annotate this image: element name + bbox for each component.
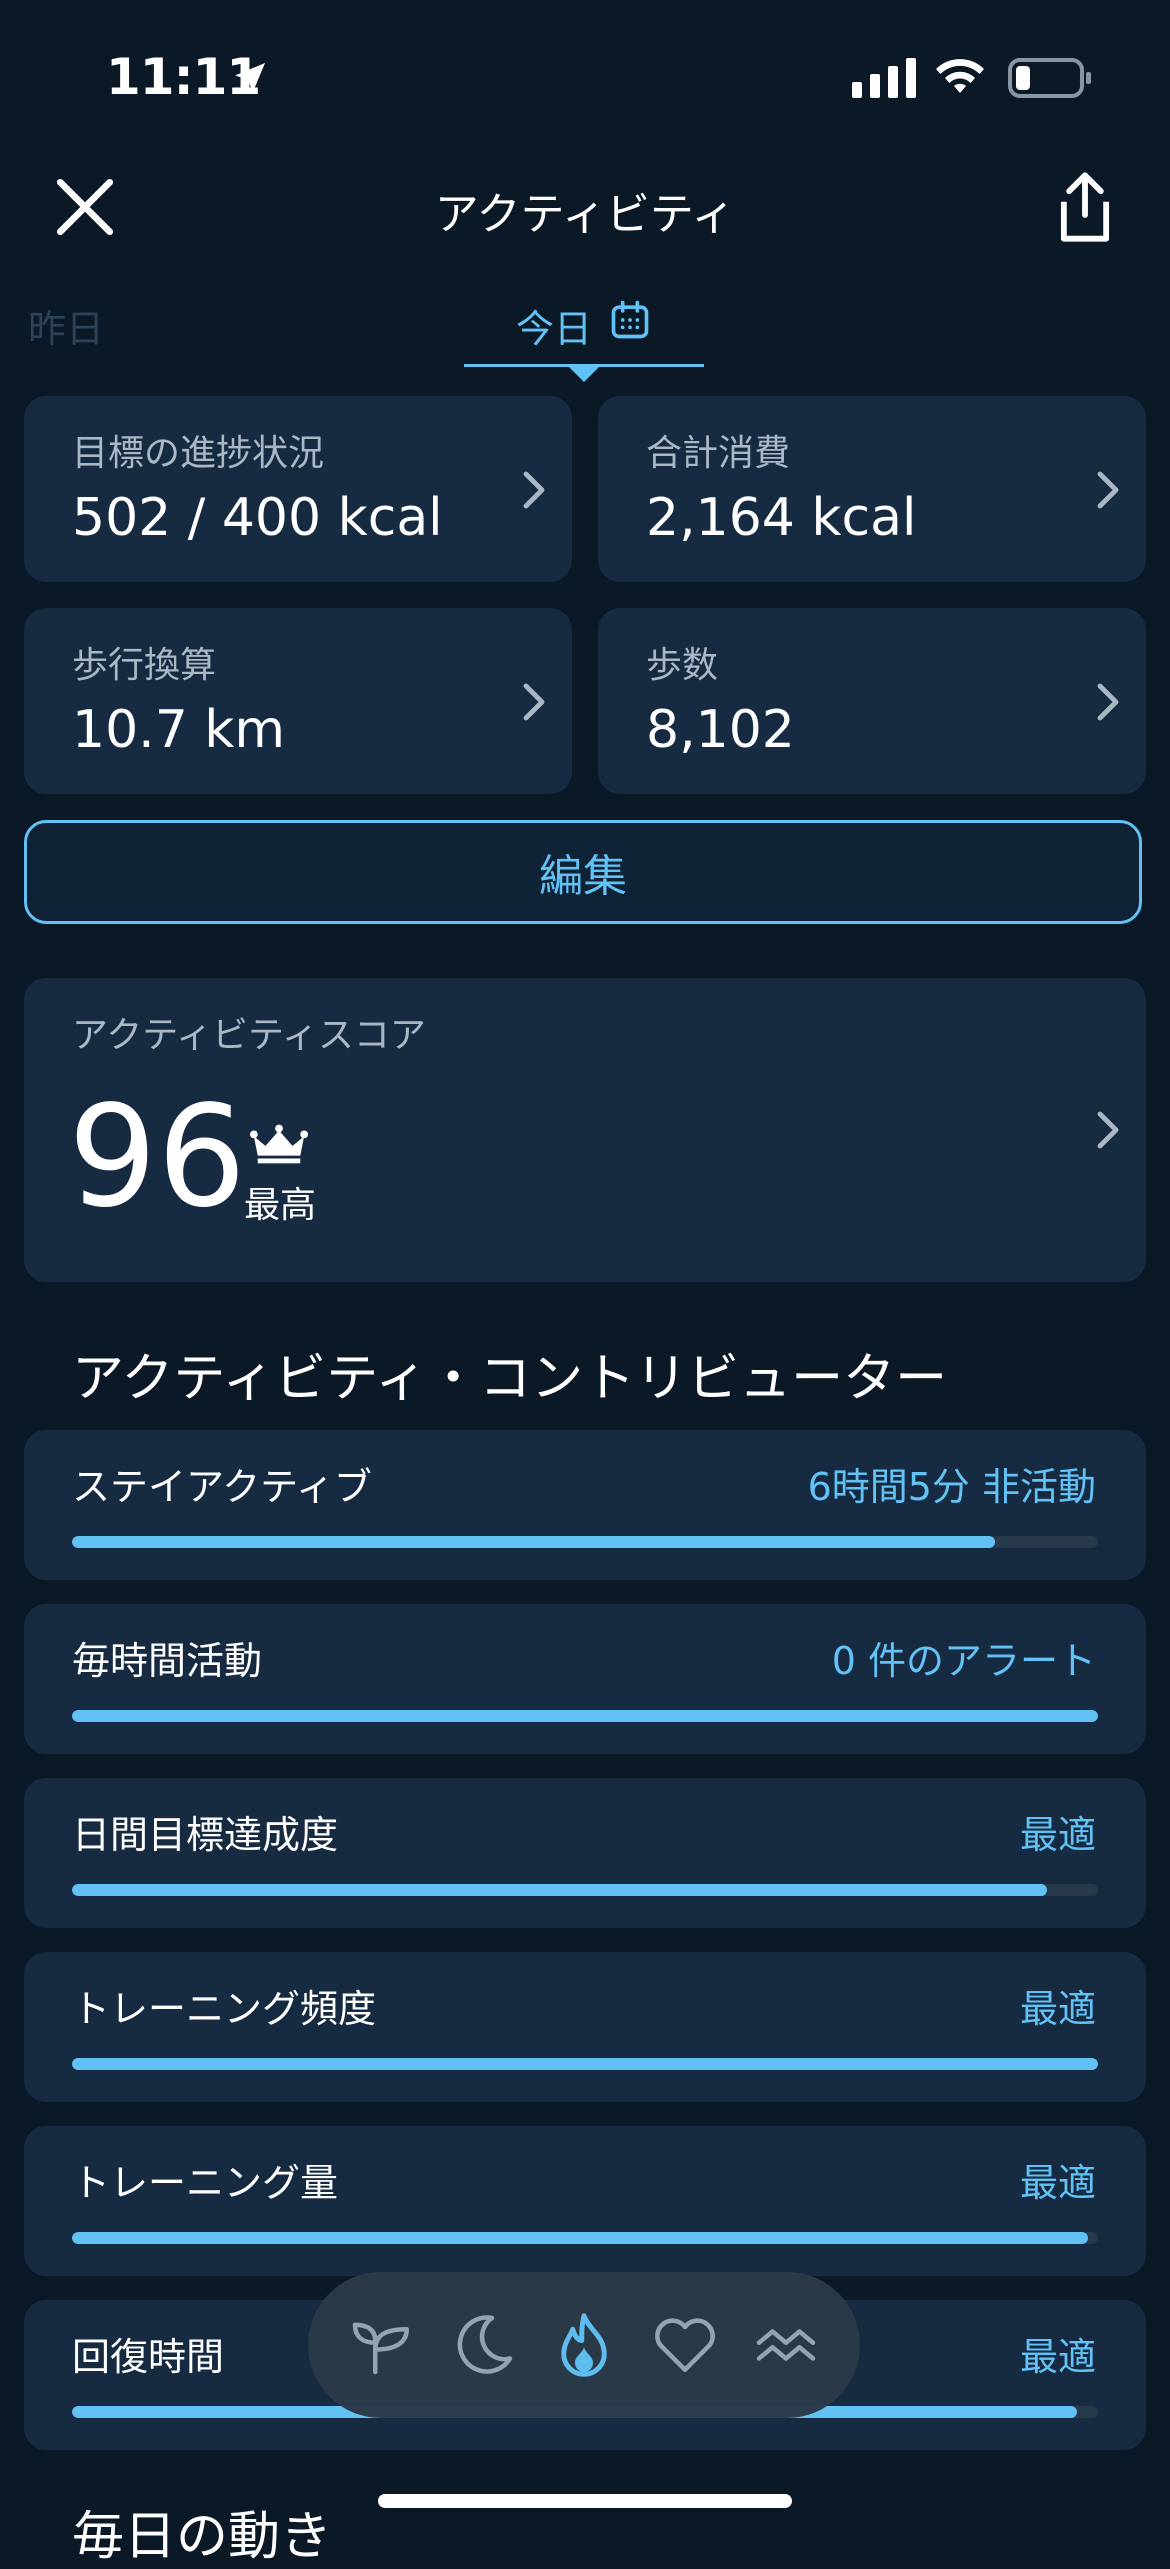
location-arrow-icon: [235, 63, 265, 93]
calendar-icon[interactable]: [608, 298, 652, 342]
metric-card-steps[interactable]: 歩数 8,102: [598, 608, 1146, 794]
edit-button[interactable]: 編集: [24, 820, 1142, 924]
contributors-title: アクティビティ・コントリビューター: [72, 1349, 948, 1409]
progress-track: [72, 1536, 1098, 1548]
metric-label: 合計消費: [646, 433, 791, 474]
progress-fill: [72, 2232, 1088, 2244]
metric-value: 8,102: [646, 700, 795, 760]
contributor-label: トレーニング量: [72, 2161, 339, 2205]
contributor-status: 最適: [1019, 1813, 1096, 1857]
progress-fill: [72, 1536, 996, 1548]
metric-value: 10.7 km: [72, 700, 286, 760]
sprout-icon[interactable]: [346, 2309, 418, 2381]
metric-label: 目標の進捗状況: [72, 433, 325, 474]
progress-track: [72, 2058, 1098, 2070]
chevron-right-icon: [523, 683, 545, 721]
chevron-right-icon: [1097, 1111, 1119, 1149]
chevron-right-icon: [1097, 471, 1119, 509]
share-button[interactable]: [1052, 170, 1118, 244]
page-title: アクティビティ: [434, 189, 736, 240]
wifi-icon: [936, 59, 984, 93]
contributor-label: 日間目標達成度: [72, 1813, 339, 1857]
battery-icon: [1008, 58, 1091, 98]
waves-icon[interactable]: [750, 2309, 822, 2381]
contributor-label: 回復時間: [72, 2335, 225, 2379]
score-label: アクティビティスコア: [72, 1015, 426, 1056]
metric-label: 歩行換算: [72, 645, 217, 686]
contributor-hourly-activity[interactable]: 毎時間活動 0 件のアラート: [24, 1604, 1146, 1754]
contributor-status: 最適: [1019, 1987, 1096, 2031]
progress-fill: [72, 2058, 1098, 2070]
bottom-tab-bar: [308, 2272, 860, 2418]
contributor-status: 6時間5分 非活動: [807, 1465, 1096, 1509]
contributor-training-volume[interactable]: トレーニング量 最適: [24, 2126, 1146, 2276]
score-value: 96: [68, 1076, 247, 1239]
contributor-training-frequency[interactable]: トレーニング頻度 最適: [24, 1952, 1146, 2102]
heart-icon[interactable]: [649, 2309, 721, 2381]
contributor-label: トレーニング頻度: [72, 1987, 377, 2031]
metric-card-total-burn[interactable]: 合計消費 2,164 kcal: [598, 396, 1146, 582]
flame-icon[interactable]: [548, 2309, 620, 2381]
chevron-right-icon: [523, 471, 545, 509]
tab-caret: [568, 366, 600, 382]
moon-icon[interactable]: [447, 2309, 519, 2381]
contributor-daily-goal[interactable]: 日間目標達成度 最適: [24, 1778, 1146, 1928]
contributor-label: 毎時間活動: [72, 1639, 263, 1683]
home-indicator[interactable]: [378, 2494, 792, 2508]
contributor-status: 0 件のアラート: [831, 1639, 1096, 1683]
tab-today[interactable]: 今日: [516, 298, 592, 353]
metric-label: 歩数: [646, 645, 719, 686]
progress-track: [72, 1710, 1098, 1722]
contributor-status: 最適: [1019, 2335, 1096, 2379]
tab-yesterday[interactable]: 昨日: [28, 298, 104, 353]
score-level: 最高: [244, 1185, 317, 1226]
progress-fill: [72, 1884, 1047, 1896]
chevron-right-icon: [1097, 683, 1119, 721]
cellular-signal-icon: [852, 58, 916, 98]
metric-card-walking-distance[interactable]: 歩行換算 10.7 km: [24, 608, 572, 794]
progress-track: [72, 2232, 1098, 2244]
activity-score-card[interactable]: アクティビティスコア 96 最高: [24, 978, 1146, 1282]
progress-track: [72, 1884, 1098, 1896]
metric-value: 2,164 kcal: [646, 488, 917, 548]
metric-value: 502 / 400 kcal: [72, 488, 443, 548]
contributor-stay-active[interactable]: ステイアクティブ 6時間5分 非活動: [24, 1430, 1146, 1580]
metric-card-goal-progress[interactable]: 目標の進捗状況 502 / 400 kcal: [24, 396, 572, 582]
progress-fill: [72, 1710, 1098, 1722]
contributor-status: 最適: [1019, 2161, 1096, 2205]
contributor-label: ステイアクティブ: [72, 1465, 372, 1509]
crown-icon: [250, 1124, 308, 1164]
